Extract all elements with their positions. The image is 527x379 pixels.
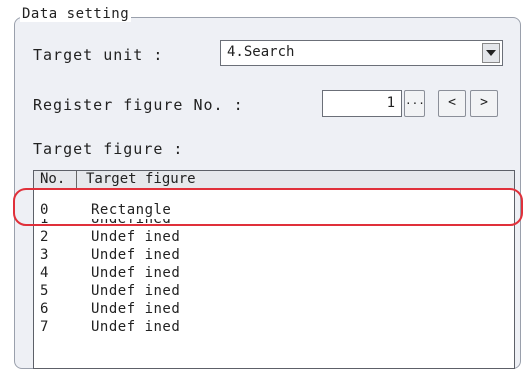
data-setting-panel: Data setting Target unit : 4.Search Regi… [0,0,527,379]
row-no: 3 [40,247,49,263]
row-no: 5 [40,283,49,299]
list-item[interactable]: 7 Undef ined [34,318,514,336]
list-item[interactable]: 2 Undef ined [34,228,514,246]
list-item[interactable]: 4 Undef ined [34,264,514,282]
selection-highlight [13,188,523,226]
target-figure-label: Target figure : [33,140,184,158]
row-no: 4 [40,265,49,281]
row-name: Undef ined [91,319,181,335]
row-no: 7 [40,319,49,335]
list-item[interactable]: 5 Undef ined [34,282,514,300]
register-figure-input[interactable]: 1 [322,90,402,117]
column-header-target-figure[interactable]: Target figure [86,171,196,187]
target-unit-label: Target unit : [33,46,164,64]
previous-button[interactable]: < [438,90,466,117]
row-name: Undef ined [91,283,181,299]
target-unit-select[interactable]: 4.Search [220,40,503,66]
register-figure-label: Register figure No. : [33,96,244,114]
row-name: Undef ined [91,229,181,245]
group-legend: Data setting [20,6,132,22]
ellipsis-button[interactable]: ... [404,90,425,117]
column-divider[interactable] [76,171,77,189]
list-item[interactable]: 6 Undef ined [34,300,514,318]
next-button[interactable]: > [470,90,498,117]
row-name: Undef ined [91,247,181,263]
row-no: 6 [40,301,49,317]
row-name: Undef ined [91,301,181,317]
register-figure-value: 1 [386,95,395,111]
row-no: 2 [40,229,49,245]
row-name: Undef ined [91,265,181,281]
chevron-down-icon[interactable] [482,43,500,63]
column-header-no[interactable]: No. [40,171,65,187]
list-item[interactable]: 3 Undef ined [34,246,514,264]
target-unit-value: 4.Search [227,44,295,60]
